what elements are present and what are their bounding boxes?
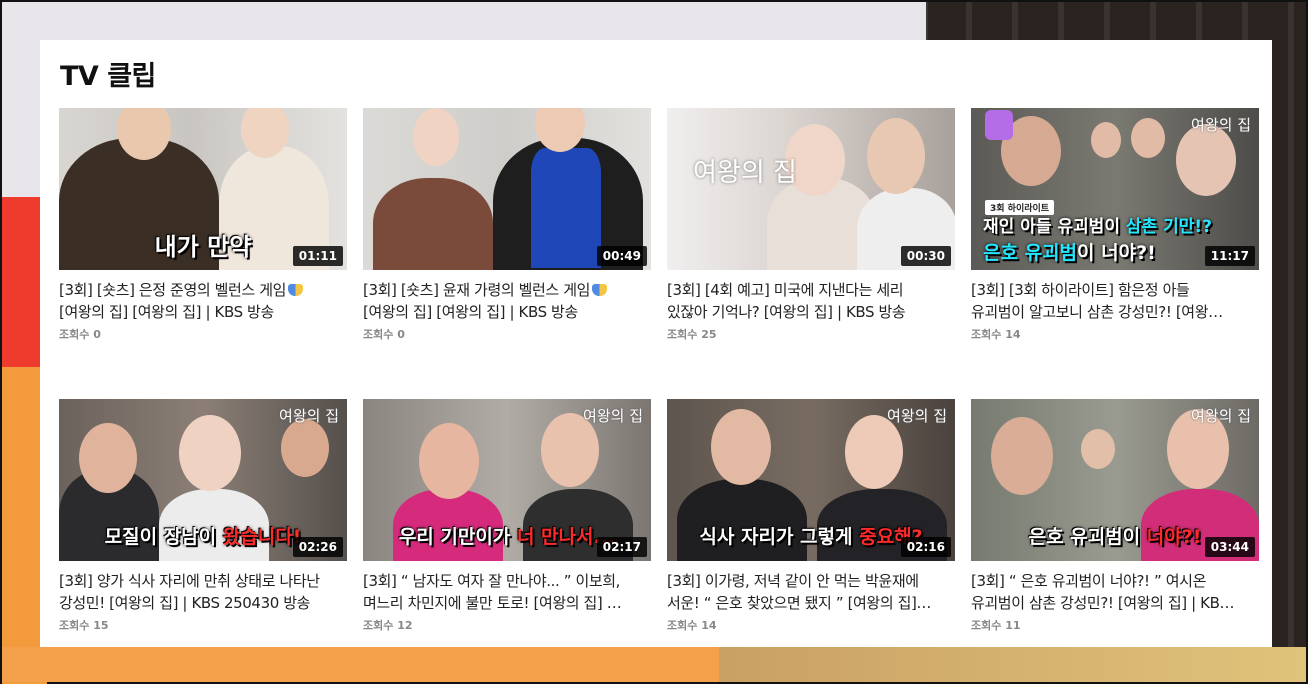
clip-title-line: [3회] [3회 하이라이트] 함은정 아들: [971, 281, 1190, 299]
clip-title[interactable]: [3회] 양가 식사 자리에 만취 상태로 나타난 강성민! [여왕의 집] |…: [59, 570, 347, 614]
clip-title-line: [3회] “ 은호 유괴범이 너야?! ” 여시온: [971, 572, 1206, 590]
clip-title-line: 있잖아 기억나? [여왕의 집] | KBS 방송: [667, 303, 906, 321]
clip-card[interactable]: 여왕의 집 00:30 [3회] [4회 예고] 미국에 지낸다는 세리 있잖아…: [667, 108, 955, 342]
duration-badge: 02:16: [900, 537, 951, 557]
show-logo: 여왕의 집: [279, 407, 339, 425]
clip-title-line: [여왕의 집] [여왕의 집] | KBS 방송: [363, 303, 578, 321]
view-count: 조회수 25: [667, 328, 717, 341]
tv-clip-panel: TV 클립 내가 만약 01:11 [3회] [숏츠] 은정 준영의 벨런스 게…: [40, 40, 1272, 647]
show-logo: 여왕의 집: [583, 407, 643, 425]
view-count: 조회수 14: [667, 619, 717, 632]
theater-mask-icon: [288, 284, 303, 296]
clip-card[interactable]: 00:49 [3회] [숏츠] 윤재 가령의 벨런스 게임 [여왕의 집] [여…: [363, 108, 651, 342]
duration-badge: 03:44: [1204, 537, 1255, 557]
section-title: TV 클립: [60, 61, 156, 92]
clip-thumbnail[interactable]: 00:49: [363, 108, 651, 270]
clip-thumbnail[interactable]: 모질이 장남이 왔습니다! 여왕의 집 02:26: [59, 399, 347, 561]
show-logo: 여왕의 집: [1191, 116, 1251, 134]
duration-badge: 02:17: [596, 537, 647, 557]
clip-card[interactable]: 은호 유괴범이 너야?! 여왕의 집 03:44 [3회] “ 은호 유괴범이 …: [971, 399, 1259, 633]
clip-card[interactable]: 3회 하이라이트 재인 아들 유괴범이 삼촌 기만!? 은호 유괴범이 너야?!…: [971, 108, 1259, 342]
clip-title[interactable]: [3회] [3회 하이라이트] 함은정 아들 유괴범이 알고보니 삼촌 강성민?…: [971, 279, 1259, 323]
view-count: 조회수 14: [971, 328, 1021, 341]
clip-card[interactable]: 식사 자리가 그렇게 중요해? 여왕의 집 02:16 [3회] 이가령, 저녁…: [667, 399, 955, 633]
clip-thumbnail[interactable]: 여왕의 집 00:30: [667, 108, 955, 270]
clip-title-line: [여왕의 집] [여왕의 집] | KBS 방송: [59, 303, 274, 321]
view-count: 조회수 12: [363, 619, 413, 632]
clip-card[interactable]: 모질이 장남이 왔습니다! 여왕의 집 02:26 [3회] 양가 식사 자리에…: [59, 399, 347, 633]
clip-thumbnail[interactable]: 3회 하이라이트 재인 아들 유괴범이 삼촌 기만!? 은호 유괴범이 너야?!…: [971, 108, 1259, 270]
theater-mask-icon: [592, 284, 607, 296]
clip-title-line: 서운! “ 은호 찾았으면 됐지 ” [여왕의 집]…: [667, 594, 932, 612]
show-logo: 여왕의 집: [1191, 407, 1251, 425]
clip-title-line: [3회] “ 남자도 여자 잘 만나야... ” 이보희,: [363, 572, 621, 590]
thumb-caption: 재인 아들 유괴범이 삼촌 기만!?: [983, 217, 1212, 237]
clip-card[interactable]: 내가 만약 01:11 [3회] [숏츠] 은정 준영의 벨런스 게임 [여왕의…: [59, 108, 347, 342]
clip-thumbnail[interactable]: 우리 기만이가 너 만나서... 여왕의 집 02:17: [363, 399, 651, 561]
clip-title-line: 유괴범이 삼촌 강성민?! [여왕의 집] | KB…: [971, 594, 1235, 612]
clip-title-line: [3회] [4회 예고] 미국에 지낸다는 세리: [667, 281, 904, 299]
clip-title-line: [3회] [숏츠] 윤재 가령의 벨런스 게임: [363, 281, 590, 299]
clip-title-line: [3회] 양가 식사 자리에 만취 상태로 나타난: [59, 572, 320, 590]
clip-card[interactable]: 우리 기만이가 너 만나서... 여왕의 집 02:17 [3회] “ 남자도 …: [363, 399, 651, 633]
clip-title[interactable]: [3회] [숏츠] 은정 준영의 벨런스 게임 [여왕의 집] [여왕의 집] …: [59, 279, 347, 323]
clip-title-line: [3회] [숏츠] 은정 준영의 벨런스 게임: [59, 281, 286, 299]
duration-badge: 01:11: [292, 246, 343, 266]
clip-title-line: [3회] 이가령, 저녁 같이 안 먹는 박윤재에: [667, 572, 919, 590]
duration-badge: 11:17: [1204, 246, 1255, 266]
duration-badge: 00:49: [596, 246, 647, 266]
view-count: 조회수 0: [363, 328, 405, 341]
view-count: 조회수 11: [971, 619, 1021, 632]
clip-title-line: 며느리 차민지에 불만 토로! [여왕의 집] …: [363, 594, 622, 612]
clip-thumbnail[interactable]: 은호 유괴범이 너야?! 여왕의 집 03:44: [971, 399, 1259, 561]
clip-title[interactable]: [3회] “ 남자도 여자 잘 만나야... ” 이보희, 며느리 차민지에 불…: [363, 570, 651, 614]
clip-title[interactable]: [3회] 이가령, 저녁 같이 안 먹는 박윤재에 서운! “ 은호 찾았으면 …: [667, 570, 955, 614]
show-logo: 여왕의 집: [693, 158, 797, 188]
view-count: 조회수 15: [59, 619, 109, 632]
clip-thumbnail[interactable]: 내가 만약 01:11: [59, 108, 347, 270]
clip-title[interactable]: [3회] [4회 예고] 미국에 지낸다는 세리 있잖아 기억나? [여왕의 집…: [667, 279, 955, 323]
duration-badge: 00:30: [900, 246, 951, 266]
show-logo: 여왕의 집: [887, 407, 947, 425]
duration-badge: 02:26: [292, 537, 343, 557]
view-count: 조회수 0: [59, 328, 101, 341]
clip-title[interactable]: [3회] “ 은호 유괴범이 너야?! ” 여시온 유괴범이 삼촌 강성민?! …: [971, 570, 1259, 614]
clip-title[interactable]: [3회] [숏츠] 윤재 가령의 벨런스 게임 [여왕의 집] [여왕의 집] …: [363, 279, 651, 323]
clip-title-line: 강성민! [여왕의 집] | KBS 250430 방송: [59, 594, 311, 612]
clip-title-line: 유괴범이 알고보니 삼촌 강성민?! [여왕…: [971, 303, 1223, 321]
clip-thumbnail[interactable]: 식사 자리가 그렇게 중요해? 여왕의 집 02:16: [667, 399, 955, 561]
background-decor-bottom: [2, 647, 1306, 682]
